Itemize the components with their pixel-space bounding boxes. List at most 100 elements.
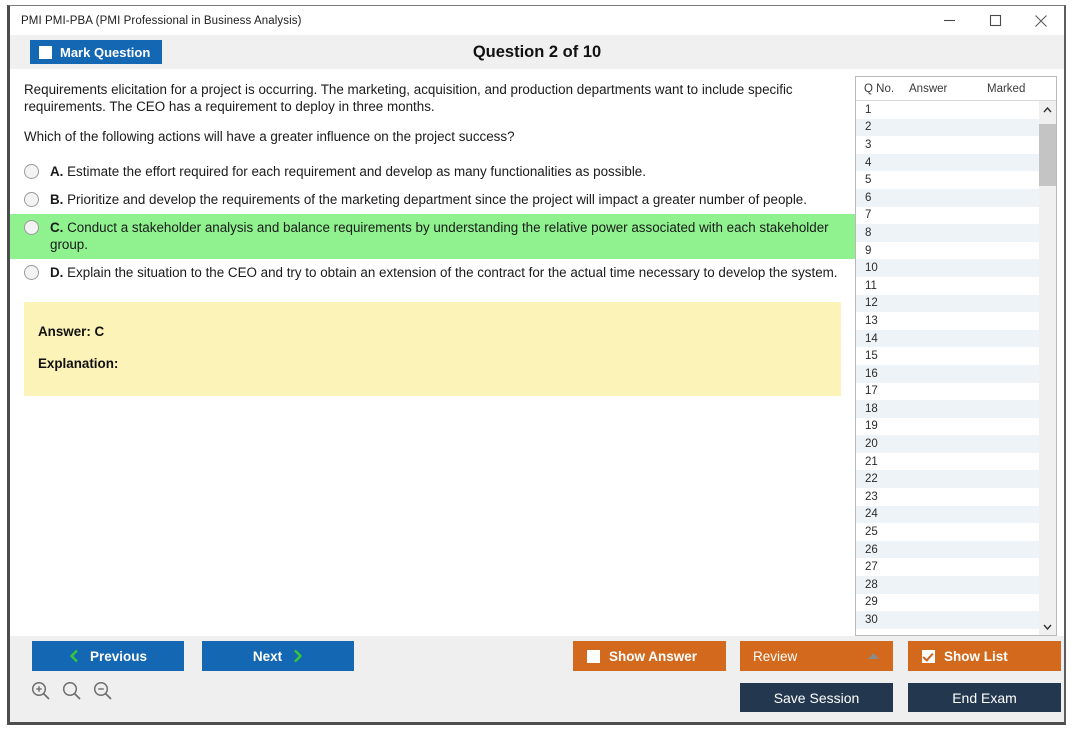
row-question-number: 27 [865, 561, 878, 574]
row-question-number: 17 [865, 385, 878, 398]
show-list-checkbox[interactable] [922, 649, 935, 663]
question-list-row[interactable]: 6 [856, 188, 1039, 207]
question-list-row[interactable]: 8 [856, 224, 1039, 242]
answer-option-letter: A. [50, 164, 68, 179]
row-question-number: 20 [865, 438, 878, 451]
answer-option-radio[interactable] [24, 220, 39, 235]
question-list-scrollbar[interactable] [1039, 101, 1056, 635]
question-list-row[interactable]: 26 [856, 540, 1039, 559]
question-list-row[interactable]: 12 [856, 294, 1039, 313]
question-list-row[interactable]: 19 [856, 417, 1039, 436]
save-session-button[interactable]: Save Session [740, 683, 893, 712]
question-list-row[interactable]: 27 [856, 558, 1039, 577]
question-list-row[interactable]: 7 [856, 206, 1039, 225]
question-list-row[interactable]: 24 [856, 505, 1039, 524]
question-list-row[interactable]: 1 [856, 101, 1039, 119]
question-list-row[interactable]: 29 [856, 593, 1039, 612]
next-label: Next [252, 648, 283, 664]
column-header-qno: Q No. [864, 82, 895, 95]
question-list-row[interactable]: 10 [856, 259, 1039, 277]
question-list-row[interactable]: 23 [856, 488, 1039, 506]
answer-option-letter: C. [50, 220, 68, 235]
question-list-row[interactable]: 2 [856, 118, 1039, 137]
mark-question-checkbox[interactable] [39, 45, 52, 59]
row-question-number: 7 [865, 209, 872, 222]
question-list-row[interactable]: 15 [856, 347, 1039, 365]
end-exam-label: End Exam [952, 689, 1017, 706]
answer-option-d[interactable]: D. Explain the situation to the CEO and … [10, 259, 855, 287]
answer-option-radio[interactable] [24, 164, 39, 179]
review-dropdown[interactable]: Review [740, 641, 893, 671]
answer-label: Answer: C [38, 324, 105, 339]
minimize-button[interactable] [926, 6, 972, 35]
question-list-row[interactable]: 18 [856, 400, 1039, 418]
caret-up-icon [868, 653, 879, 659]
question-list-row[interactable]: 20 [856, 435, 1039, 453]
show-list-button[interactable]: Show List [908, 641, 1061, 671]
mark-question-button[interactable]: Mark Question [30, 40, 163, 64]
answer-option-c[interactable]: C. Conduct a stakeholder analysis and ba… [10, 214, 855, 259]
answer-option-text: D. Explain the situation to the CEO and … [50, 265, 838, 280]
question-list-row[interactable]: 5 [856, 171, 1039, 189]
row-question-number: 25 [865, 526, 878, 539]
stem-paragraph-2: Which of the following actions will have… [24, 129, 515, 144]
zoom-in-button[interactable] [30, 680, 51, 701]
row-question-number: 26 [865, 543, 878, 556]
maximize-button[interactable] [972, 6, 1018, 35]
next-button[interactable]: Next [202, 641, 354, 671]
question-pane: Requirements elicitation for a project i… [10, 69, 855, 636]
close-button[interactable] [1018, 6, 1064, 35]
question-list-row[interactable]: 9 [856, 241, 1039, 260]
answer-option-b[interactable]: B. Prioritize and develop the requiremen… [10, 186, 855, 214]
answer-option-radio[interactable] [24, 192, 39, 207]
question-counter: Question 2 of 10 [472, 42, 602, 61]
row-question-number: 13 [865, 314, 878, 327]
question-list-row[interactable]: 3 [856, 136, 1039, 154]
minimize-icon [943, 19, 955, 22]
question-list-row[interactable]: 13 [856, 312, 1039, 330]
row-question-number: 6 [865, 191, 872, 204]
row-question-number: 2 [865, 121, 872, 134]
zoom-out-button[interactable] [92, 680, 113, 701]
question-list-row[interactable]: 25 [856, 523, 1039, 541]
row-question-number: 19 [865, 420, 878, 433]
question-list-row[interactable]: 17 [856, 382, 1039, 401]
title-bar: PMI PMI-PBA (PMI Professional in Busines… [10, 6, 1064, 35]
question-list-row[interactable]: 4 [856, 153, 1039, 172]
zoom-in-icon [31, 681, 50, 700]
scroll-up-button[interactable] [1039, 101, 1056, 118]
row-question-number: 14 [865, 332, 878, 345]
row-question-number: 11 [865, 279, 877, 292]
row-question-number: 24 [865, 508, 878, 521]
question-list-row[interactable]: 16 [856, 364, 1039, 383]
show-answer-button[interactable]: Show Answer [573, 641, 726, 671]
row-question-number: 9 [865, 244, 872, 257]
question-list-row[interactable]: 21 [856, 452, 1039, 471]
scrollbar-track[interactable] [1039, 118, 1056, 618]
end-exam-button[interactable]: End Exam [908, 683, 1061, 712]
answer-option-radio[interactable] [24, 265, 39, 280]
window-controls [926, 6, 1064, 35]
row-question-number: 12 [865, 297, 878, 310]
zoom-reset-button[interactable] [61, 680, 82, 701]
row-question-number: 30 [865, 614, 878, 627]
chevron-left-icon [69, 649, 78, 663]
answer-option-a[interactable]: A. Estimate the effort required for each… [10, 158, 855, 186]
question-list-row[interactable]: 30 [856, 611, 1039, 629]
row-question-number: 18 [865, 402, 878, 415]
question-list-row[interactable]: 28 [856, 576, 1039, 594]
previous-button[interactable]: Previous [32, 641, 184, 671]
zoom-controls [30, 680, 113, 701]
exam-header-bar: Mark Question Question 2 of 10 [10, 35, 1064, 69]
show-answer-label: Show Answer [609, 648, 698, 664]
row-question-number: 5 [865, 174, 872, 187]
question-list-row[interactable]: 11 [856, 276, 1039, 295]
question-list-row[interactable]: 22 [856, 470, 1039, 489]
answer-option-letter: B. [50, 192, 68, 207]
question-list-row[interactable]: 14 [856, 329, 1039, 348]
row-question-number: 3 [865, 138, 872, 151]
scrollbar-thumb[interactable] [1039, 124, 1056, 186]
scroll-down-button[interactable] [1039, 618, 1056, 635]
row-question-number: 28 [865, 578, 878, 591]
show-answer-checkbox[interactable] [587, 649, 600, 663]
